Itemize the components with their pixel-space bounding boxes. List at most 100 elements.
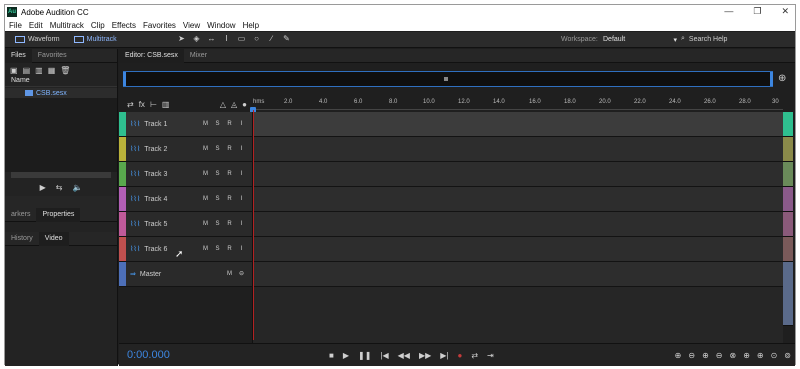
close-icon[interactable]: ✕ (781, 6, 789, 17)
record-arm-button[interactable]: R (225, 145, 234, 154)
track-header[interactable]: ⌇⌇⌇ Track 2 M S R I (126, 137, 253, 161)
play-icon[interactable]: ▶ (343, 351, 349, 360)
record-arm-button[interactable]: R (225, 170, 234, 179)
zoom-navigator-icon[interactable]: ⊕ (778, 73, 786, 84)
track-row[interactable]: ⌇⌇⌇ Track 1 M S R I (119, 112, 783, 137)
tab-properties[interactable]: Properties (36, 207, 81, 222)
inputs-outputs-icon[interactable]: ⇄ (127, 100, 134, 109)
solo-button[interactable]: S (213, 120, 222, 129)
menu-favorites[interactable]: Favorites (143, 21, 176, 30)
import-icon[interactable]: ▤ (23, 66, 31, 75)
menu-edit[interactable]: Edit (29, 21, 43, 30)
record-icon[interactable]: ● (458, 351, 463, 360)
track-name[interactable]: Track 2 (144, 146, 167, 153)
track-lane[interactable] (253, 237, 783, 261)
track-header[interactable]: ⌇⌇⌇ Track 4 M S R I (126, 187, 253, 211)
monitor-input-button[interactable]: I (237, 220, 246, 229)
tab-history[interactable]: History (5, 232, 39, 246)
track-lane[interactable] (253, 262, 783, 286)
track-lane[interactable] (253, 162, 783, 186)
track-name[interactable]: Track 3 (144, 171, 167, 178)
monitor-input-button[interactable]: I (237, 145, 246, 154)
monitor-input-button[interactable]: I (237, 195, 246, 204)
overview-grip[interactable] (444, 77, 448, 81)
overview-left-handle[interactable] (123, 72, 126, 86)
mute-button[interactable]: M (201, 195, 210, 204)
open-file-icon[interactable]: ▣ (10, 66, 18, 75)
monitor-input-button[interactable]: I (237, 245, 246, 254)
track-name[interactable]: Track 1 (144, 121, 167, 128)
sends-icon[interactable]: ⊢ (150, 100, 157, 109)
time-selection-icon[interactable]: I (222, 34, 231, 43)
track-lane[interactable] (253, 137, 783, 161)
menu-file[interactable]: File (9, 21, 22, 30)
mute-button[interactable]: M (201, 120, 210, 129)
tab-editor[interactable]: Editor: CSB.sesx (119, 48, 184, 63)
pause-icon[interactable]: ❚❚ (358, 351, 371, 360)
go-to-start-icon[interactable]: |◀ (380, 351, 388, 360)
metronome-settings-icon[interactable]: ◬ (231, 100, 237, 109)
track-name[interactable]: Track 5 (144, 221, 167, 228)
tab-mixer[interactable]: Mixer (184, 49, 213, 63)
record-arm-button[interactable]: R (225, 220, 234, 229)
go-to-end-icon[interactable]: ▶| (440, 351, 448, 360)
master-track-header[interactable]: ⇒ Master M ⊖ (126, 262, 253, 286)
timecode-display[interactable]: 0:00.000 (127, 349, 327, 361)
mute-button[interactable]: M (201, 145, 210, 154)
track-header[interactable]: ⌇⌇⌇ Track 1 M S R I (126, 112, 253, 136)
rewind-icon[interactable]: ◀◀ (398, 351, 410, 360)
search-help[interactable]: ⌕ Search Help (681, 35, 727, 43)
mute-button[interactable]: M (201, 220, 210, 229)
preview-play-icon[interactable]: ▶ (40, 183, 46, 192)
zoom-in-time-icon[interactable]: ⊕ (702, 351, 709, 360)
monitor-input-button[interactable]: I (237, 170, 246, 179)
solo-button[interactable]: S (213, 145, 222, 154)
output-icon[interactable]: ⊖ (237, 270, 246, 279)
skip-icon[interactable]: ⇥ (487, 351, 494, 360)
eq-icon[interactable]: ▥ (162, 100, 170, 109)
preview-loop-icon[interactable]: ⇆ (56, 183, 63, 192)
monitor-input-button[interactable]: I (237, 120, 246, 129)
zoom-all-icon[interactable]: ⊚ (784, 351, 791, 360)
menu-view[interactable]: View (183, 21, 200, 30)
stop-icon[interactable]: ■ (329, 351, 334, 360)
workspace-dropdown[interactable]: Default ▾ (601, 34, 679, 45)
overview-right-handle[interactable] (770, 72, 773, 86)
loop-icon[interactable]: ⇄ (471, 351, 478, 360)
menu-multitrack[interactable]: Multitrack (50, 21, 84, 30)
zoom-in-left-icon[interactable]: ⊕ (743, 351, 750, 360)
name-column-header[interactable]: Name (5, 77, 117, 87)
trash-icon[interactable]: 🗑 (60, 66, 70, 75)
marquee-icon[interactable]: ▭ (237, 34, 246, 43)
track-name[interactable]: Track 4 (144, 196, 167, 203)
track-header[interactable]: ⌇⌇⌇ Track 3 M S R I (126, 162, 253, 186)
track-lane[interactable] (253, 112, 783, 136)
track-row[interactable]: ⌇⌇⌇ Track 3 M S R I (119, 162, 783, 187)
fast-forward-icon[interactable]: ▶▶ (419, 351, 431, 360)
zoom-selection-icon[interactable]: ⊙ (771, 351, 778, 360)
preview-volume-icon[interactable]: 🔈 (72, 183, 82, 192)
zoom-out-time-icon[interactable]: ⊖ (716, 351, 723, 360)
multitrack-mode-button[interactable]: Multitrack (70, 34, 121, 46)
track-name[interactable]: Track 6 (144, 246, 167, 253)
zoom-in-amplitude-icon[interactable]: ⊕ (675, 351, 682, 360)
solo-button[interactable]: S (213, 170, 222, 179)
mute-button[interactable]: M (201, 245, 210, 254)
track-header[interactable]: ⌇⌇⌇ Track 6 M S R I (126, 237, 253, 261)
menu-window[interactable]: Window (207, 21, 235, 30)
menu-help[interactable]: Help (243, 21, 259, 30)
brush-icon[interactable]: ∕ (267, 34, 276, 43)
mute-button[interactable]: M (225, 270, 234, 279)
snap-icon[interactable]: ● (242, 100, 247, 109)
track-scroll-strip[interactable] (783, 112, 793, 326)
new-file-icon[interactable]: ▥ (35, 66, 43, 75)
lasso-icon[interactable]: ○ (252, 34, 261, 43)
track-row[interactable]: ⌇⌇⌇ Track 2 M S R I (119, 137, 783, 162)
record-arm-button[interactable]: R (225, 195, 234, 204)
master-track-row[interactable]: ⇒ Master M ⊖ (119, 262, 783, 287)
time-ruler[interactable]: hms 2.0 4.0 6.0 8.0 10.0 12.0 14.0 16.0 … (253, 98, 783, 110)
menu-effects[interactable]: Effects (112, 21, 136, 30)
tab-video[interactable]: Video (38, 231, 69, 246)
spot-healing-icon[interactable]: ✎ (282, 34, 291, 43)
tab-markers[interactable]: arkers (5, 208, 36, 222)
